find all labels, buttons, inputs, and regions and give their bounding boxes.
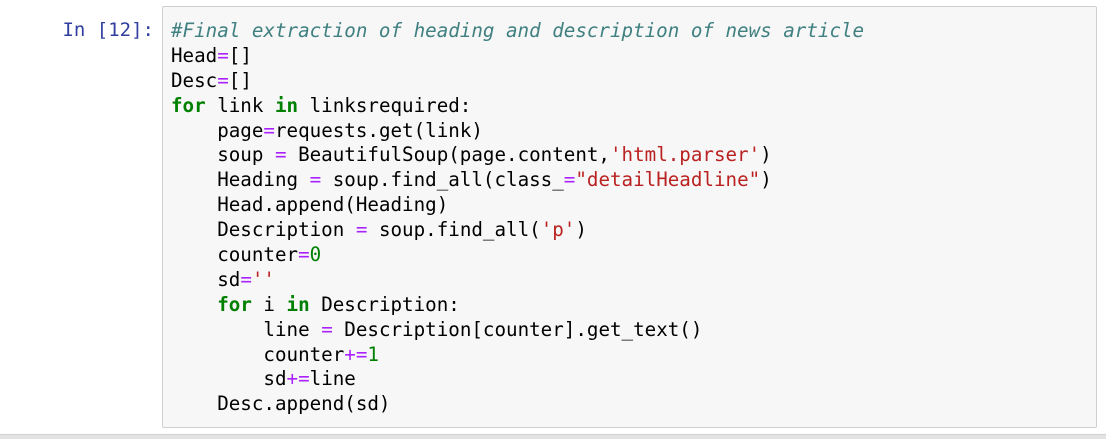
code-token-op: = bbox=[355, 218, 368, 242]
code-line: Head.append(Heading) bbox=[171, 193, 864, 218]
code-token-number: 1 bbox=[367, 342, 379, 366]
code-line: for link in linksrequired: bbox=[171, 94, 864, 119]
code-token-comment: #Final extraction of heading and descrip… bbox=[171, 19, 865, 42]
code-token-op: += bbox=[344, 342, 368, 366]
code-token-op: = bbox=[274, 143, 287, 167]
code-cell[interactable]: In [12]: #Final extraction of heading an… bbox=[0, 0, 1106, 439]
code-token-op: = bbox=[217, 43, 229, 67]
code-editor[interactable]: #Final extraction of heading and descrip… bbox=[171, 19, 864, 417]
code-token-number: 0 bbox=[309, 243, 322, 267]
code-token: soup bbox=[171, 143, 275, 167]
code-token: [] bbox=[228, 43, 252, 67]
code-line: Desc=[] bbox=[171, 69, 864, 94]
code-token: Description[counter].get_text() bbox=[332, 317, 703, 341]
code-token: link bbox=[205, 93, 275, 117]
code-line: sd='' bbox=[171, 268, 864, 293]
code-token: linksrequired: bbox=[298, 93, 472, 117]
code-token-op: += bbox=[286, 367, 310, 391]
code-token: sd bbox=[171, 367, 287, 391]
code-token: requests.get(link) bbox=[274, 118, 483, 142]
code-token-string: 'html.parser' bbox=[609, 143, 761, 167]
code-token-string: "detailHeadline" bbox=[575, 168, 761, 192]
code-token: line bbox=[309, 367, 356, 391]
code-line: soup = BeautifulSoup(page.content,'html.… bbox=[171, 143, 864, 168]
input-prompt: In [12]: bbox=[62, 19, 154, 41]
code-token-keyword: in bbox=[286, 292, 310, 316]
code-token-op: = bbox=[263, 118, 275, 142]
code-token: Description: bbox=[309, 292, 460, 316]
code-token: counter bbox=[171, 243, 299, 267]
code-token-string: '' bbox=[251, 267, 275, 291]
code-token: Head bbox=[171, 43, 218, 67]
notebook-page: In [12]: #Final extraction of heading an… bbox=[0, 0, 1106, 439]
code-token: Description bbox=[171, 218, 356, 242]
code-line: page=requests.get(link) bbox=[171, 119, 864, 144]
code-token: sd bbox=[171, 267, 241, 291]
code-token: BeautifulSoup(page.content, bbox=[286, 143, 610, 167]
code-token: i bbox=[251, 292, 287, 316]
cell-divider bbox=[0, 434, 1106, 439]
code-token-op: = bbox=[240, 267, 252, 291]
code-line: Heading = soup.find_all(class_="detailHe… bbox=[171, 168, 864, 193]
code-token: ) bbox=[760, 143, 772, 167]
code-line: #Final extraction of heading and descrip… bbox=[171, 19, 864, 44]
code-token: [] bbox=[228, 68, 252, 92]
code-line: sd+=line bbox=[171, 367, 864, 392]
code-token-keyword: in bbox=[274, 93, 299, 117]
code-line: Head=[] bbox=[171, 44, 864, 69]
code-token: Head.append(Heading) bbox=[171, 193, 449, 217]
code-token: soup.find_all(class_ bbox=[321, 168, 564, 192]
code-token: line bbox=[171, 317, 322, 341]
code-token: page bbox=[171, 118, 264, 142]
code-token-keyword: for bbox=[217, 292, 252, 316]
code-token-op: = bbox=[298, 243, 310, 267]
code-line: Desc.append(sd) bbox=[171, 392, 864, 417]
code-token-op: = bbox=[217, 68, 229, 92]
code-line: counter+=1 bbox=[171, 343, 864, 368]
code-line: Description = soup.find_all('p') bbox=[171, 218, 864, 243]
code-token-string: 'p' bbox=[540, 218, 576, 242]
code-token-keyword: for bbox=[171, 93, 206, 117]
code-token-op: = bbox=[309, 168, 322, 192]
code-line: line = Description[counter].get_text() bbox=[171, 318, 864, 343]
code-token: Desc bbox=[171, 68, 218, 92]
code-token: Desc.append(sd) bbox=[171, 392, 391, 416]
code-input-area[interactable]: #Final extraction of heading and descrip… bbox=[162, 6, 1097, 428]
code-token-op: = bbox=[321, 317, 333, 341]
code-token-op: = bbox=[563, 168, 576, 192]
code-token: ) bbox=[760, 168, 772, 192]
code-token: counter bbox=[171, 342, 345, 366]
code-token: ) bbox=[575, 218, 587, 242]
code-line: for i in Description: bbox=[171, 293, 864, 318]
code-token: Heading bbox=[171, 168, 310, 192]
code-token: soup.find_all( bbox=[367, 218, 541, 242]
code-line: counter=0 bbox=[171, 243, 864, 268]
